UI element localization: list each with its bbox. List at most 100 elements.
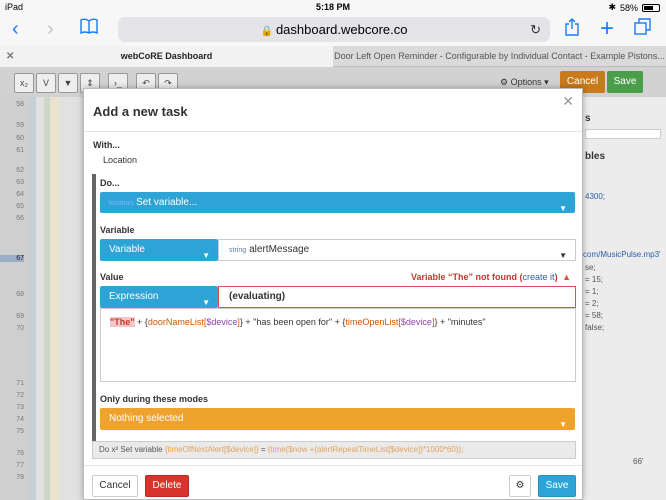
tab-bar: ✕ webCoRE Dashboard Door Left Open Remin…: [0, 46, 666, 67]
variable-name-value: alertMessage: [249, 244, 310, 255]
sidebar-section-title: bles: [585, 151, 606, 162]
status-bar: iPad 5:18 PM ✱ 58%: [0, 0, 666, 14]
forward-arrow-icon[interactable]: ›: [47, 18, 54, 40]
summary-variable: {timeOfNextAlert[$device]}: [164, 445, 259, 454]
tab-door-left-open[interactable]: Door Left Open Reminder - Configurable b…: [333, 46, 666, 67]
bookmarks-icon[interactable]: [80, 18, 98, 41]
value-type-value: Expression: [109, 291, 159, 302]
reload-icon[interactable]: ↻: [530, 17, 541, 42]
line-number: 64: [16, 191, 24, 198]
line-number: 71: [16, 380, 24, 387]
code-fragment: false;: [585, 323, 605, 332]
expression-result: (evaluating): [218, 286, 576, 308]
line-number: 59: [16, 122, 24, 129]
value-error-message: Variable “The” not found (create it) ▲: [411, 272, 571, 282]
line-number: 69: [16, 313, 24, 320]
code-fragment: = 15;: [585, 275, 604, 284]
line-number: 72: [16, 392, 24, 399]
tab-label: webCoRE Dashboard: [120, 51, 213, 61]
share-icon[interactable]: [565, 18, 579, 41]
bg-save-button[interactable]: Save: [607, 71, 643, 93]
do-label: Do...: [100, 178, 120, 188]
variable-name-select[interactable]: string alertMessage ▼: [218, 239, 576, 261]
task-summary: Do x² Set variable {timeOfNextAlert[$dev…: [92, 441, 576, 459]
new-tab-icon[interactable]: +: [600, 17, 614, 41]
back-arrow-icon[interactable]: ‹: [12, 18, 19, 40]
summary-prefix: Do x² Set variable: [99, 445, 165, 454]
code-fragment: se;: [585, 263, 596, 272]
options-menu[interactable]: ⚙ Options ▾: [500, 77, 549, 88]
variable-type-tag: string: [229, 247, 247, 254]
task-block-marker: [92, 174, 96, 449]
line-number: 74: [16, 416, 24, 423]
code-fragment: com/MusicPulse.mp3': [583, 250, 661, 259]
modes-label: Only during these modes: [100, 394, 209, 404]
error-text-end: ): [554, 272, 558, 282]
with-value: Location: [103, 155, 138, 165]
lock-icon: 🔒: [260, 26, 273, 37]
line-number: 75: [16, 428, 24, 435]
line-number: 68: [16, 291, 24, 298]
line-number: 76: [16, 450, 24, 457]
status-right: ✱ 58%: [608, 2, 660, 13]
do-value: Set variable...: [136, 197, 198, 208]
code-token: } + "minutes": [434, 317, 486, 327]
line-number: 66: [16, 215, 24, 222]
code-token: $device: [206, 317, 238, 327]
add-task-dialog: ✕ Add a new task With... Location Do... …: [83, 88, 583, 500]
code-token: timeOpenList[: [345, 317, 401, 327]
address-bar[interactable]: 🔒 dashboard.webcore.co ↻: [118, 17, 550, 42]
line-number: 61: [16, 147, 24, 154]
code-token: "The": [110, 317, 135, 327]
close-icon[interactable]: ✕: [6, 46, 14, 67]
tab-webcore-dashboard[interactable]: ✕ webCoRE Dashboard: [0, 46, 333, 67]
line-number: 73: [16, 404, 24, 411]
browser-toolbar: ‹ › 🔒 dashboard.webcore.co ↻ +: [0, 14, 666, 46]
summary-equals: =: [258, 445, 268, 454]
code-token: } + "has been open for" + {: [239, 317, 346, 327]
code-token: doorNameList[: [147, 317, 207, 327]
delete-button[interactable]: Delete: [145, 475, 189, 497]
subscript-button[interactable]: x₂: [14, 73, 34, 93]
filter-icon[interactable]: ▼: [58, 73, 78, 93]
create-it-link[interactable]: create it: [523, 272, 555, 282]
dialog-title: Add a new task: [93, 104, 188, 119]
close-icon[interactable]: ✕: [562, 93, 574, 110]
clock: 5:18 PM: [315, 2, 350, 12]
line-number: 60: [16, 135, 24, 142]
chevron-down-icon: ▼: [202, 251, 210, 260]
do-select[interactable]: location Set variable... ▼: [100, 192, 575, 213]
code-fragment: 66': [633, 457, 644, 466]
tabs-overview-icon[interactable]: [634, 18, 652, 41]
battery-percent: 58%: [619, 2, 638, 13]
variable-button[interactable]: V: [36, 73, 56, 93]
value-label: Value: [100, 272, 124, 282]
variable-type-value: Variable: [109, 244, 145, 255]
error-text: Variable “The” not found (: [411, 272, 523, 282]
divider: [84, 131, 582, 132]
tab-label: Door Left Open Reminder - Configurable b…: [334, 51, 665, 61]
line-number: 77: [16, 462, 24, 469]
variable-type-select[interactable]: Variable ▼: [100, 239, 218, 261]
code-fragment: = 58;: [585, 311, 604, 320]
code-fragment: 4300;: [585, 192, 606, 201]
url-text: dashboard.webcore.co: [275, 22, 408, 37]
code-fragment: = 1;: [585, 287, 599, 296]
sidebar-input[interactable]: [585, 129, 661, 139]
code-indent-guides: [30, 97, 90, 500]
line-number: 58: [16, 101, 24, 108]
sidebar-title: s: [585, 113, 591, 124]
warning-icon: ▲: [562, 272, 571, 282]
line-number-highlighted: 67: [0, 255, 24, 262]
do-tag: location: [109, 200, 134, 207]
chevron-down-icon: ▼: [559, 204, 567, 213]
gear-icon[interactable]: ⚙: [509, 475, 531, 497]
modes-select[interactable]: Nothing selected ▼: [100, 408, 575, 430]
save-button[interactable]: Save: [538, 475, 576, 497]
cancel-button[interactable]: Cancel: [92, 475, 138, 497]
expression-editor[interactable]: "The" + {doorNameList[$device]} + "has b…: [100, 308, 576, 382]
code-token: $device: [400, 317, 432, 327]
line-number: 62: [16, 167, 24, 174]
sidebar-panel: s bles 4300; com/MusicPulse.mp3' se; = 1…: [583, 97, 666, 500]
value-type-select[interactable]: Expression ▼: [100, 286, 218, 308]
